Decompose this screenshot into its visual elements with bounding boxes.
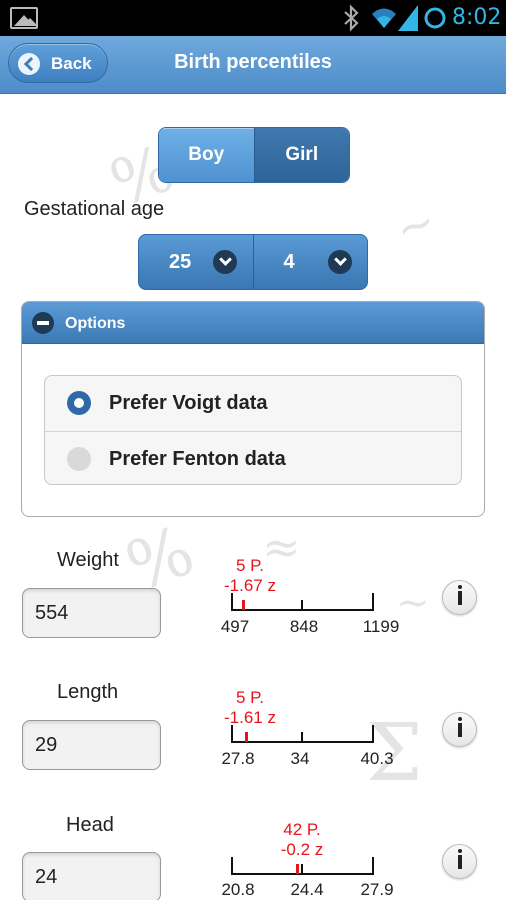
head-tick-max: 27.9 <box>360 880 394 899</box>
scale-tick <box>231 857 233 875</box>
gallery-icon <box>10 7 38 29</box>
length-percentile: 5 P. -1.61 z <box>210 688 290 728</box>
radio-label: Prefer Voigt data <box>109 392 268 414</box>
scale-tick <box>301 864 303 874</box>
weight-tick-min: 497 <box>220 617 250 636</box>
weight-info-button[interactable] <box>442 580 477 615</box>
length-z-score: -1.61 z <box>224 708 276 727</box>
weight-input[interactable] <box>22 588 161 638</box>
radio-checked-icon <box>67 391 91 415</box>
head-info-button[interactable] <box>442 844 477 879</box>
clock: 8:02 <box>452 5 502 30</box>
weight-percentile: 5 P. -1.67 z <box>210 556 290 596</box>
chevron-down-icon <box>213 250 237 274</box>
days-select[interactable]: 4 <box>252 235 368 289</box>
weight-tick-mid: 848 <box>289 617 319 636</box>
signal-icon <box>398 5 418 31</box>
scale-tick <box>372 857 374 875</box>
scale-tick <box>231 725 233 743</box>
app-header: Back Birth percentiles <box>0 36 506 94</box>
gender-toggle: Boy Girl <box>158 127 350 183</box>
length-input[interactable] <box>22 720 161 770</box>
days-value: 4 <box>283 251 295 273</box>
head-percentile-scale <box>231 857 374 875</box>
scale-tick <box>372 593 374 611</box>
head-marker <box>296 864 299 874</box>
head-percentile: 42 P. -0.2 z <box>262 820 342 860</box>
wifi-icon <box>372 8 396 28</box>
tilde-watermark-icon: ~ <box>387 193 443 257</box>
info-icon <box>458 849 462 869</box>
options-panel: Options Prefer Voigt data Prefer Fenton … <box>21 301 485 517</box>
collapse-minus-icon <box>32 312 54 334</box>
head-z-score: -0.2 z <box>280 840 324 859</box>
scale-tick <box>231 593 233 611</box>
length-info-button[interactable] <box>442 712 477 747</box>
scale-tick <box>301 732 303 742</box>
scale-tick <box>372 725 374 743</box>
options-header[interactable]: Options <box>22 302 484 344</box>
weeks-value: 25 <box>169 251 192 273</box>
head-percentile-value: 42 P. <box>283 820 321 839</box>
length-percentile-scale <box>231 725 374 743</box>
options-title: Options <box>65 315 126 332</box>
weight-z-score: -1.67 z <box>224 576 276 595</box>
head-label: Head <box>66 814 114 836</box>
status-bar: 8:02 <box>0 0 506 36</box>
weight-label: Weight <box>57 549 119 571</box>
gestational-age-selector: 25 4 <box>138 234 368 290</box>
weeks-select[interactable]: 25 <box>139 235 253 289</box>
radio-prefer-fenton[interactable]: Prefer Fenton data <box>45 431 461 484</box>
weight-tick-max: 1199 <box>362 617 400 636</box>
length-marker <box>245 732 248 742</box>
length-label: Length <box>57 681 119 703</box>
bluetooth-icon <box>344 4 359 32</box>
scale-tick <box>301 600 303 610</box>
length-tick-min: 27.8 <box>221 749 255 768</box>
data-source-radio-group: Prefer Voigt data Prefer Fenton data <box>44 375 462 485</box>
head-tick-mid: 24.4 <box>290 880 324 899</box>
length-percentile-value: 5 P. <box>235 688 265 707</box>
radio-unchecked-icon <box>67 447 91 471</box>
gestational-age-label: Gestational age <box>24 198 165 220</box>
info-icon <box>458 585 462 605</box>
page-title: Birth percentiles <box>174 51 332 73</box>
weight-percentile-value: 5 P. <box>235 556 265 575</box>
chevron-down-icon <box>327 250 352 274</box>
head-input[interactable] <box>22 852 161 900</box>
length-tick-max: 40.3 <box>360 749 394 768</box>
info-icon <box>458 717 462 737</box>
radio-label: Prefer Fenton data <box>109 448 286 470</box>
head-tick-min: 20.8 <box>221 880 255 899</box>
battery-icon <box>424 7 446 29</box>
radio-prefer-voigt[interactable]: Prefer Voigt data <box>45 376 461 431</box>
weight-percentile-scale <box>231 593 374 611</box>
length-tick-mid: 34 <box>290 749 310 768</box>
boy-toggle-button[interactable]: Boy <box>159 128 254 182</box>
weight-marker <box>242 600 245 610</box>
girl-toggle-button[interactable]: Girl <box>253 128 349 182</box>
